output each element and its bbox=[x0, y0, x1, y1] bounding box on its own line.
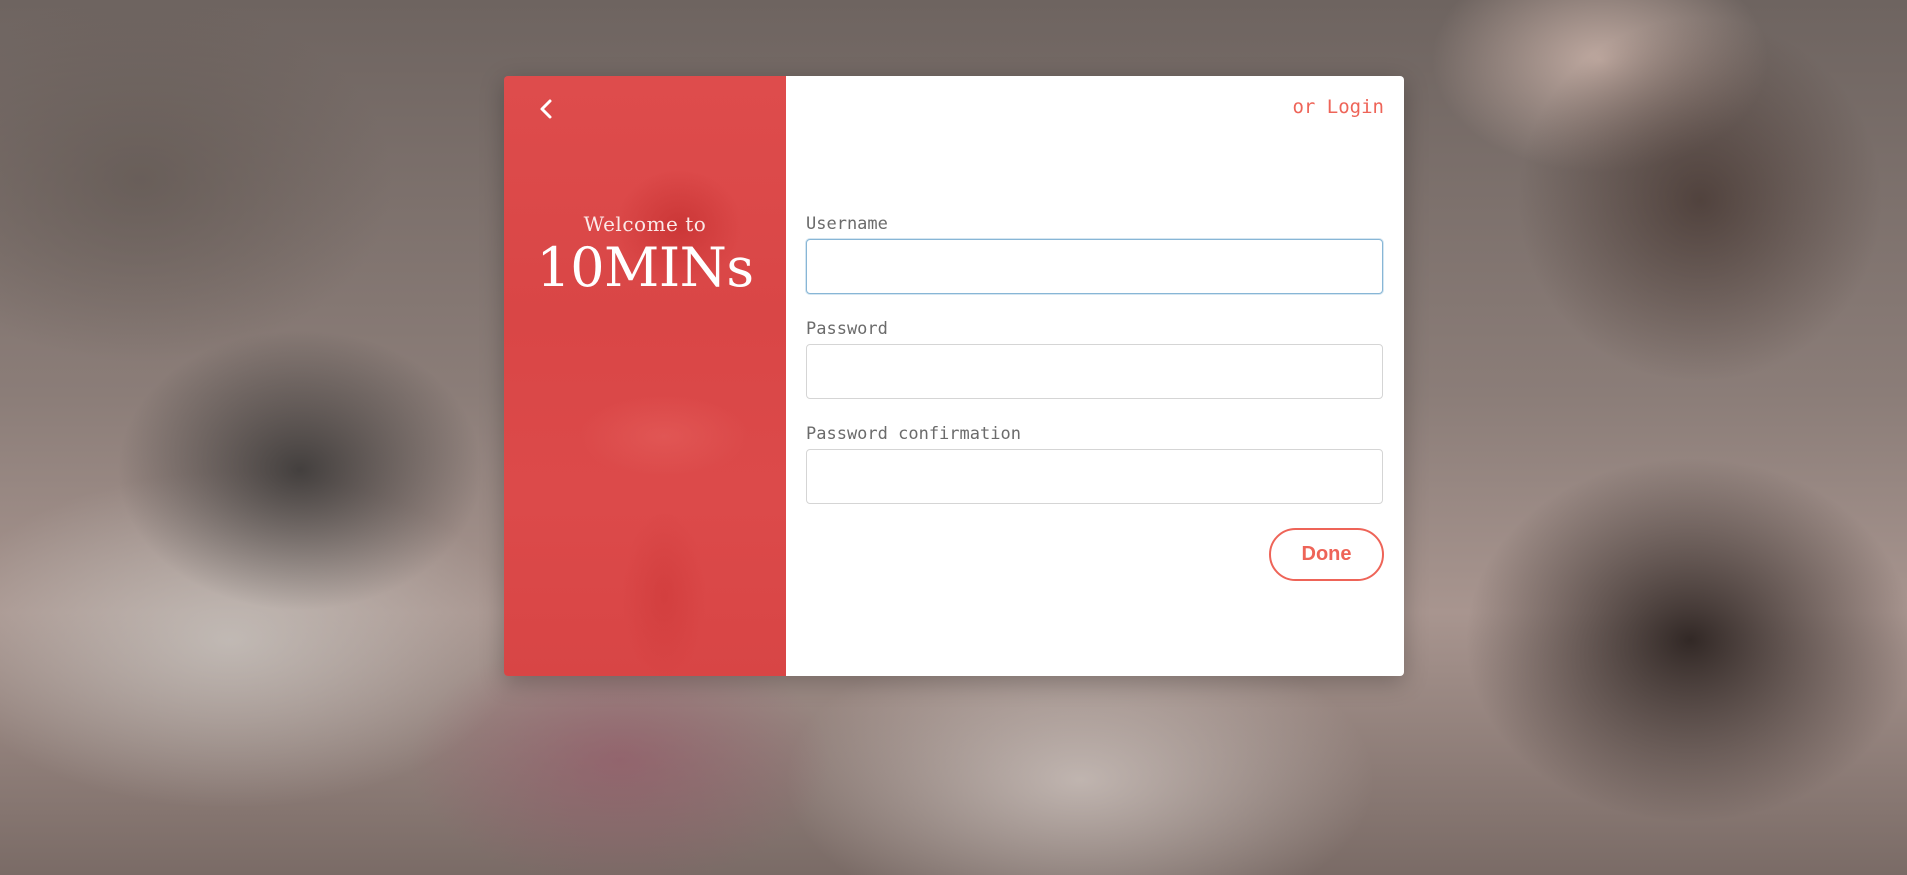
signup-form: Username Password Password confirmation bbox=[806, 214, 1383, 504]
welcome-block: Welcome to 10MINs bbox=[504, 212, 786, 298]
password-input[interactable] bbox=[806, 344, 1383, 399]
welcome-panel: Welcome to 10MINs bbox=[504, 76, 786, 676]
password-confirmation-group: Password confirmation bbox=[806, 424, 1383, 504]
password-label: Password bbox=[806, 319, 888, 339]
welcome-text: Welcome to bbox=[583, 212, 707, 236]
signup-modal: Welcome to 10MINs or Login Username Pass… bbox=[504, 76, 1404, 676]
chevron-left-icon bbox=[539, 98, 553, 124]
form-panel: or Login Username Password Password conf… bbox=[786, 76, 1404, 676]
password-group: Password bbox=[806, 319, 1383, 399]
back-button[interactable] bbox=[534, 96, 558, 126]
login-link[interactable]: or Login bbox=[1292, 96, 1384, 118]
password-confirmation-input[interactable] bbox=[806, 449, 1383, 504]
done-button[interactable]: Done bbox=[1269, 528, 1384, 581]
username-group: Username bbox=[806, 214, 1383, 294]
brand-name: 10MINs bbox=[536, 236, 754, 299]
username-label: Username bbox=[806, 214, 888, 234]
password-confirmation-label: Password confirmation bbox=[806, 424, 1021, 444]
username-input[interactable] bbox=[806, 239, 1383, 294]
